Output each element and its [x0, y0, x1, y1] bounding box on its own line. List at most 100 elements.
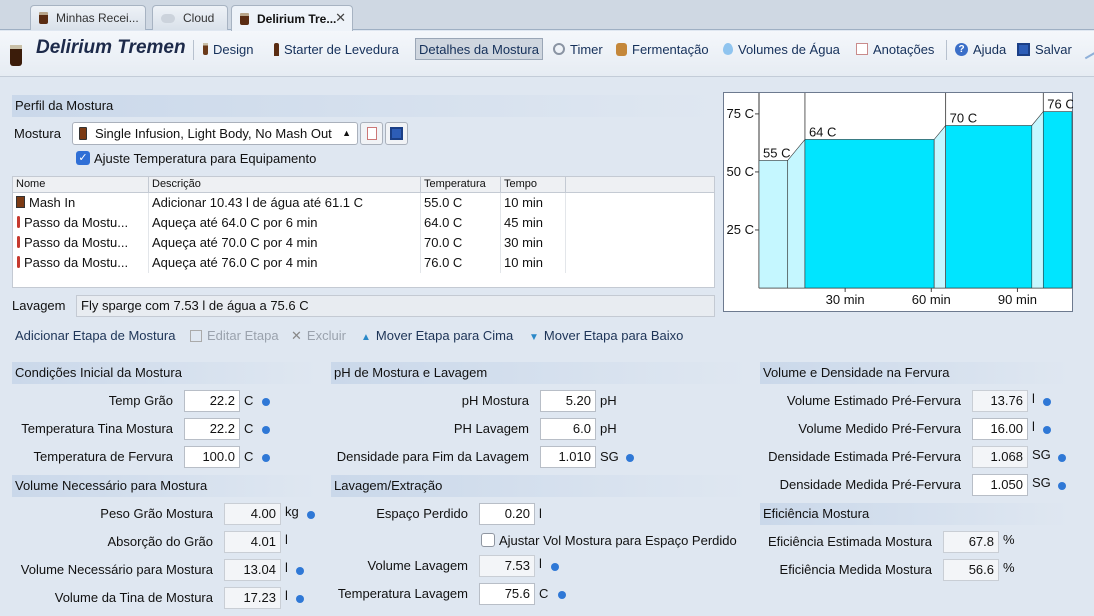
unit-label: l: [539, 506, 542, 521]
sparge-volume-label: Volume Lavagem: [367, 558, 468, 573]
unit-label: C: [244, 449, 254, 464]
tun-temp-input[interactable]: 22.2: [184, 418, 240, 440]
meas-preboil-gravity-label: Densidade Medida Pré-Fervura: [779, 477, 961, 492]
info-dot-icon[interactable]: [626, 454, 634, 462]
adjust-temp-checkbox[interactable]: ✓: [76, 151, 90, 165]
info-dot-icon[interactable]: [1058, 482, 1066, 490]
edit-step-button[interactable]: Editar Etapa: [190, 328, 279, 343]
edit-icon: [190, 330, 202, 342]
beer-mug-icon: [240, 12, 249, 25]
sparge-volume-value: 7.53: [479, 555, 535, 577]
table-row[interactable]: Passo da Mostu... Aqueça até 76.0 C por …: [13, 253, 714, 273]
mash-details-button[interactable]: Detalhes da Mostura: [415, 38, 543, 60]
column-header[interactable]: Nome: [13, 177, 149, 192]
boil-temp-label: Temperatura de Fervura: [33, 449, 173, 464]
timer-button[interactable]: Timer: [553, 38, 603, 60]
beer-glass-icon: [203, 43, 208, 55]
end-sparge-gravity-input[interactable]: 1.010: [540, 446, 596, 468]
delete-step-button[interactable]: ✕ Excluir: [291, 328, 346, 344]
tun-temp-label: Temperatura Tina Mostura: [21, 421, 173, 436]
table-row[interactable]: Passo da Mostu... Aqueça até 70.0 C por …: [13, 233, 714, 253]
adjust-temp-label: Ajuste Temperatura para Equipamento: [94, 151, 317, 166]
info-dot-icon[interactable]: [1058, 454, 1066, 462]
mash-ph-input[interactable]: 5.20: [540, 390, 596, 412]
grain-weight-label: Peso Grão Mostura: [100, 506, 213, 521]
volume-needed-header: Volume Necessário para Mostura: [12, 475, 318, 497]
dead-space-input[interactable]: 0.20: [479, 503, 535, 525]
info-dot-icon[interactable]: [296, 567, 304, 575]
adjust-dead-space-checkbox[interactable]: [481, 533, 495, 547]
boil-temp-input[interactable]: 100.0: [184, 446, 240, 468]
info-dot-icon[interactable]: [296, 595, 304, 603]
chart-y-tick-label: 25 C: [727, 222, 754, 237]
edit-icon[interactable]: [1079, 42, 1094, 60]
info-dot-icon[interactable]: [262, 454, 270, 462]
info-dot-icon[interactable]: [551, 563, 559, 571]
unit-label: kg: [285, 504, 299, 519]
help-button[interactable]: ? Ajuda: [955, 38, 1006, 60]
meas-preboil-vol-label: Volume Medido Pré-Fervura: [798, 421, 961, 436]
close-tab-icon[interactable]: ✕: [335, 10, 346, 26]
mash-ph-label: pH Mostura: [461, 393, 529, 408]
help-icon: ?: [955, 42, 968, 56]
test-tube-icon: [274, 42, 279, 56]
mash-tun-icon: [79, 127, 87, 140]
water-drop-icon: [723, 43, 733, 55]
tab-minhas-receitas[interactable]: Minhas Recei...: [30, 5, 146, 30]
fermenter-icon: [616, 42, 627, 56]
est-preboil-vol-label: Volume Estimado Pré-Fervura: [786, 393, 961, 408]
save-icon: [1017, 42, 1030, 56]
add-mash-step-button[interactable]: Adicionar Etapa de Mostura: [15, 328, 175, 343]
save-mash-button[interactable]: [385, 122, 408, 145]
info-dot-icon[interactable]: [262, 426, 270, 434]
grain-temp-input[interactable]: 22.2: [184, 390, 240, 412]
sparge-ph-input[interactable]: 6.0: [540, 418, 596, 440]
save-button[interactable]: Salvar: [1017, 38, 1072, 60]
column-header[interactable]: Tempo: [501, 177, 566, 192]
sparge-temp-input[interactable]: 75.6: [479, 583, 535, 605]
info-dot-icon[interactable]: [558, 591, 566, 599]
dead-space-label: Espaço Perdido: [376, 506, 468, 521]
mash-profile-select[interactable]: Single Infusion, Light Body, No Mash Out…: [72, 122, 358, 145]
move-step-up-button[interactable]: ▲ Mover Etapa para Cima: [361, 328, 513, 343]
tab-cloud[interactable]: Cloud: [152, 5, 228, 30]
chart-x-tick-label: 60 min: [912, 292, 951, 307]
info-dot-icon[interactable]: [262, 398, 270, 406]
table-row[interactable]: Mash In Adicionar 10.43 l de água até 61…: [13, 193, 714, 213]
tun-volume-value: 17.23: [224, 587, 281, 609]
unit-label: SG: [1032, 447, 1051, 462]
chart-x-tick-label: 90 min: [998, 292, 1037, 307]
column-header[interactable]: Descrição: [149, 177, 421, 192]
initial-conditions-header: Condições Inicial da Mostura: [12, 362, 318, 384]
info-dot-icon[interactable]: [307, 511, 315, 519]
info-dot-icon[interactable]: [1043, 398, 1051, 406]
boil-volume-header: Volume e Densidade na Fervura: [760, 362, 1070, 384]
notes-button[interactable]: Anotações: [856, 38, 934, 60]
mash-label: Mostura: [14, 126, 61, 141]
edit-profile-icon: [367, 127, 377, 140]
chart-ramp-area: [933, 124, 946, 289]
edit-mash-button[interactable]: [360, 122, 383, 145]
yeast-starter-button[interactable]: Starter de Levedura: [274, 38, 399, 60]
move-step-down-button[interactable]: ▼ Mover Etapa para Baixo: [529, 328, 683, 343]
tab-delirium-tremens[interactable]: Delirium Tre... ✕: [231, 5, 353, 31]
cloud-icon: [161, 13, 175, 23]
chart-step-bar: [804, 139, 935, 289]
design-button[interactable]: Design: [203, 38, 253, 60]
est-preboil-vol-value: 13.76: [972, 390, 1028, 412]
column-header[interactable]: Temperatura: [421, 177, 501, 192]
mash-temperature-chart: 55 C 64 C 70 C 76 C 75 C 50 C 25 C 30 min 60 min…: [723, 92, 1073, 312]
mash-steps-table: Nome Descrição Temperatura Tempo Mash In…: [12, 176, 715, 288]
meas-preboil-gravity-input[interactable]: 1.050: [972, 474, 1028, 496]
fermentation-button[interactable]: Fermentação: [616, 38, 709, 60]
recipe-title: Delirium Tremens: [36, 37, 186, 58]
unit-label: l: [285, 532, 288, 547]
mash-profile-header: Perfil da Mostura: [12, 95, 715, 117]
info-dot-icon[interactable]: [1043, 426, 1051, 434]
water-volumes-button[interactable]: Volumes de Água: [723, 38, 840, 60]
toolbar: Delirium Tremens Design Starter de Leved…: [0, 31, 1094, 77]
unit-label: l: [1032, 419, 1035, 434]
meas-preboil-vol-input[interactable]: 16.00: [972, 418, 1028, 440]
unit-label: C: [539, 586, 549, 601]
table-row[interactable]: Passo da Mostu... Aqueça até 64.0 C por …: [13, 213, 714, 233]
